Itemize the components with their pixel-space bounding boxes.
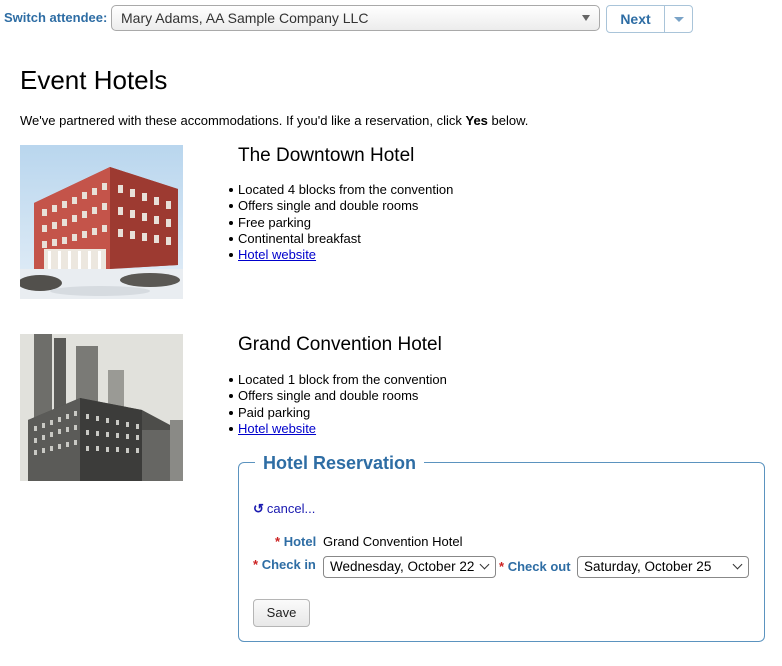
caret-down-icon [582,15,590,21]
downtown-hotel-photo [20,145,183,299]
feature-item: Offers single and double rooms [228,198,453,214]
feature-item: Located 1 block from the convention [229,372,447,387]
hotel-website-link[interactable]: Hotel website [238,247,316,262]
checkin-field-label: * Check in [253,557,316,572]
chevron-down-icon [732,559,743,570]
hotel-field-value: Grand Convention Hotel [323,534,463,549]
hotel-features-list: Located 4 blocks from the convention Off… [228,182,454,263]
cancel-label: cancel... [266,501,316,516]
hotel-field-label: * Hotel [275,534,317,549]
hotel-reservation-form: Hotel Reservation ↺ cancel... * Hotel Gra… [238,453,765,642]
undo-icon: ↺ [253,501,264,516]
checkout-select[interactable]: Saturday, October 25 [577,556,749,578]
required-marker: * [253,557,259,572]
feature-item: Hotel website [229,421,447,437]
hotel-name: Grand Convention Hotel [238,334,442,355]
checkout-field-label: * Check out [499,559,571,574]
intro-text: We've partnered with these accommodation… [20,113,529,128]
reservation-legend: Hotel Reservation [255,453,425,474]
checkin-select[interactable]: Wednesday, October 22 [323,556,496,578]
intro-yes: Yes [465,113,488,128]
attendee-selected-value: Mary Adams, AA Sample Company LLC [121,10,369,26]
required-marker: * [275,534,281,549]
attendee-bar: Switch attendee: Mary Adams, AA Sample C… [0,0,782,36]
next-dropdown-button[interactable] [664,5,693,33]
switch-attendee-label: Switch attendee: [4,10,108,25]
save-button[interactable]: Save [253,599,310,627]
chevron-down-icon [479,559,490,570]
next-button[interactable]: Next [606,5,665,33]
caret-down-icon [674,17,684,22]
feature-item: Continental breakfast [228,231,453,247]
cancel-link[interactable]: ↺ cancel... [253,501,315,517]
hotel-features-list: Located 1 block from the convention Offe… [229,372,447,437]
hotel-name: The Downtown Hotel [238,145,415,166]
feature-item: Free parking [228,215,453,231]
checkout-selected-value: Saturday, October 25 [584,559,712,574]
required-marker: * [499,559,505,574]
hotel-website-link[interactable]: Hotel website [238,421,316,436]
attendee-select[interactable]: Mary Adams, AA Sample Company LLC [111,5,600,31]
feature-item: Hotel website [228,247,453,263]
page-title: Event Hotels [20,65,168,95]
feature-item: Located 4 blocks from the convention [228,182,454,197]
feature-item: Paid parking [229,405,447,421]
grand-convention-hotel-photo [20,334,183,481]
feature-item: Offers single and double rooms [229,388,447,404]
checkin-selected-value: Wednesday, October 22 [330,559,475,574]
